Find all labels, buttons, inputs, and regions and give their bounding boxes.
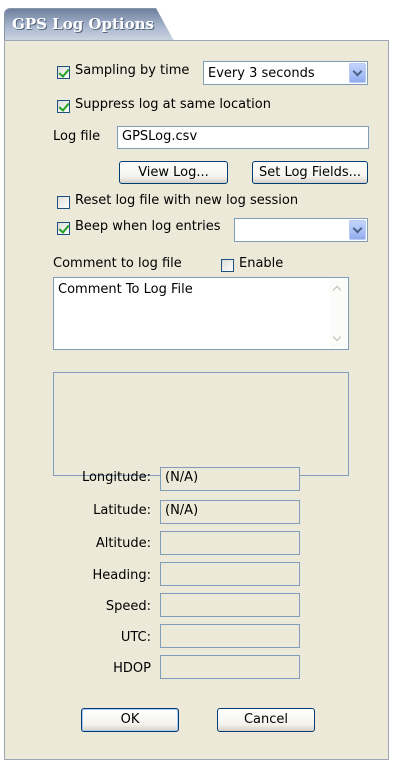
speed-value	[160, 593, 300, 617]
log-file-input[interactable]: GPSLog.csv	[117, 126, 369, 149]
view-log-button[interactable]: View Log...	[119, 161, 228, 184]
longitude-value: (N/A)	[160, 467, 300, 491]
window-tab[interactable]: GPS Log Options	[4, 8, 174, 41]
beep-checkbox[interactable]	[57, 222, 70, 235]
sampling-checkbox[interactable]	[57, 66, 70, 79]
scroll-down-icon[interactable]	[332, 332, 342, 342]
sampling-label: Sampling by time	[75, 63, 190, 78]
beep-label: Beep when log entries	[75, 219, 221, 234]
chevron-down-icon[interactable]	[349, 63, 366, 83]
title-bar: GPS Log Options	[0, 0, 395, 41]
speed-label: Speed:	[105, 599, 151, 614]
options-panel: Sampling by time Every 3 seconds Suppres…	[4, 40, 389, 760]
longitude-label: Longitude:	[81, 470, 151, 485]
enable-comment-label: Enable	[239, 256, 284, 271]
comment-text: Comment To Log File	[58, 282, 193, 297]
ok-button[interactable]: OK	[81, 708, 179, 732]
reset-checkbox[interactable]	[57, 196, 70, 209]
latitude-value: (N/A)	[160, 500, 300, 524]
utc-value	[160, 624, 300, 648]
window-title: GPS Log Options	[12, 15, 154, 33]
status-box	[53, 372, 349, 476]
comment-label: Comment to log file	[53, 256, 182, 271]
sampling-interval-value: Every 3 seconds	[208, 66, 315, 81]
suppress-checkbox[interactable]	[57, 100, 70, 113]
latitude-label: Latitude:	[93, 503, 151, 518]
comment-scrollbar[interactable]	[330, 279, 347, 348]
hdop-label: HDOP	[113, 661, 151, 676]
chevron-down-icon[interactable]	[349, 220, 366, 240]
set-log-fields-button[interactable]: Set Log Fields...	[252, 161, 368, 184]
sampling-interval-select[interactable]: Every 3 seconds	[203, 61, 368, 85]
heading-value	[160, 562, 300, 586]
scroll-up-icon[interactable]	[332, 285, 342, 295]
reset-label: Reset log file with new log session	[75, 193, 299, 208]
altitude-value	[160, 531, 300, 555]
altitude-label: Altitude:	[95, 536, 151, 551]
hdop-value	[160, 655, 300, 679]
suppress-label: Suppress log at same location	[75, 97, 271, 112]
cancel-button[interactable]: Cancel	[217, 708, 315, 732]
beep-select[interactable]	[234, 218, 368, 242]
enable-comment-checkbox[interactable]	[221, 259, 234, 272]
comment-textarea[interactable]: Comment To Log File	[53, 277, 349, 350]
heading-label: Heading:	[92, 568, 151, 583]
utc-label: UTC:	[120, 630, 151, 645]
log-file-label: Log file	[53, 129, 101, 144]
